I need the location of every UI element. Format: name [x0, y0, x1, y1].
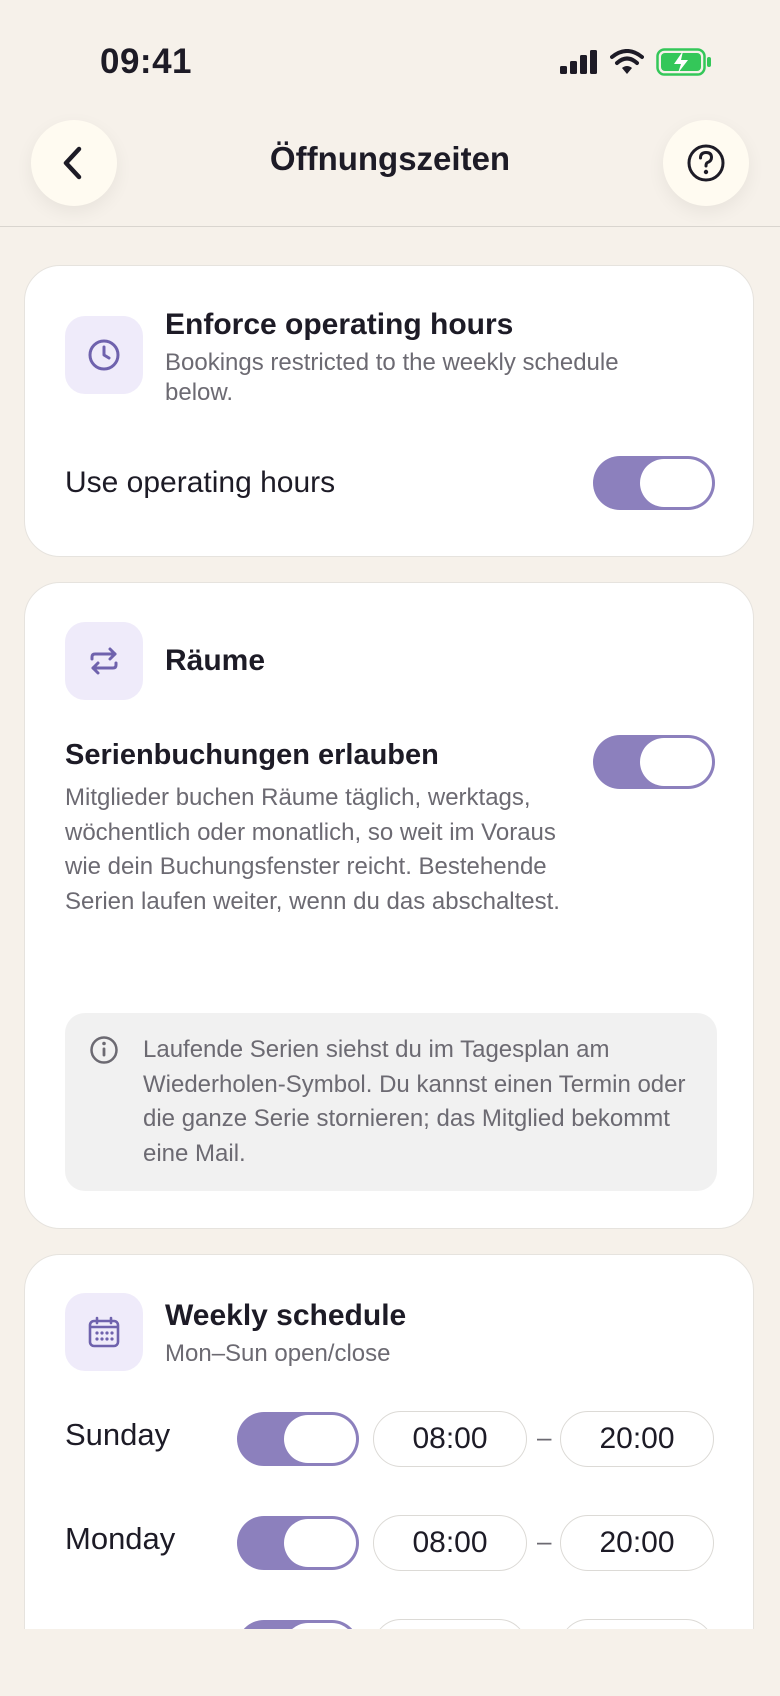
use-operating-hours-label: Use operating hours	[65, 466, 336, 499]
series-info-box: Laufende Serien siehst du im Tagesplan a…	[65, 1013, 717, 1191]
help-icon	[687, 144, 725, 182]
day-toggle-monday[interactable]	[237, 1516, 359, 1570]
rooms-card: Räume Serienbuchungen erlauben Mitgliede…	[24, 582, 754, 1229]
day-label-monday: Monday	[65, 1521, 176, 1556]
open-time-sunday[interactable]: 08:00	[373, 1411, 527, 1467]
toggle-knob	[640, 459, 712, 507]
weekly-schedule-subtitle: Mon–Sun open/close	[165, 1340, 391, 1367]
open-time-monday[interactable]: 08:00	[373, 1515, 527, 1571]
weekly-schedule-card: Weekly schedule Mon–Sun open/close Sunda…	[24, 1254, 754, 1629]
toggle-knob	[640, 738, 712, 786]
operating-hours-subtitle: Bookings restricted to the weekly schedu…	[165, 349, 619, 406]
status-time: 09:41	[100, 42, 193, 81]
signal-icon	[560, 50, 597, 74]
toggle-knob	[284, 1519, 356, 1567]
bottom-safe-area	[0, 1629, 780, 1696]
battery-charging-icon	[656, 48, 711, 76]
info-icon	[90, 1036, 118, 1064]
close-time-next[interactable]	[560, 1619, 714, 1629]
use-operating-hours-toggle[interactable]	[593, 456, 715, 510]
settings-scroll-area[interactable]: Enforce operating hours Bookings restric…	[0, 227, 780, 1629]
repeat-icon	[90, 647, 118, 675]
series-booking-description: Mitglieder buchen Räume täglich, werktag…	[65, 784, 560, 915]
clock-icon-tile	[65, 316, 143, 394]
series-info-text: Laufende Serien siehst du im Tagesplan a…	[143, 1036, 686, 1167]
series-booking-label: Serienbuchungen erlauben	[65, 739, 439, 771]
close-time-sunday[interactable]: 20:00	[560, 1411, 714, 1467]
operating-hours-title: Enforce operating hours	[165, 308, 514, 341]
status-icons	[560, 48, 712, 76]
time-separator: –	[537, 1422, 552, 1452]
time-separator: –	[537, 1526, 552, 1556]
wifi-icon	[610, 49, 644, 74]
status-bar: 09:41	[0, 0, 780, 120]
day-toggle-next[interactable]	[237, 1620, 359, 1629]
calendar-icon-tile	[65, 1293, 143, 1371]
day-label-sunday: Sunday	[65, 1417, 171, 1452]
calendar-icon	[88, 1316, 120, 1348]
series-booking-toggle[interactable]	[593, 735, 715, 789]
clock-icon	[88, 339, 120, 371]
weekly-schedule-title: Weekly schedule	[165, 1299, 407, 1332]
toggle-knob	[284, 1415, 356, 1463]
open-time-next[interactable]	[373, 1619, 527, 1629]
repeat-icon-tile	[65, 622, 143, 700]
close-time-monday[interactable]: 20:00	[560, 1515, 714, 1571]
operating-hours-card: Enforce operating hours Bookings restric…	[24, 265, 754, 557]
help-button[interactable]	[663, 120, 749, 206]
day-toggle-sunday[interactable]	[237, 1412, 359, 1466]
rooms-title: Räume	[165, 644, 266, 677]
top-navigation-bar: Öffnungszeiten	[0, 120, 780, 227]
